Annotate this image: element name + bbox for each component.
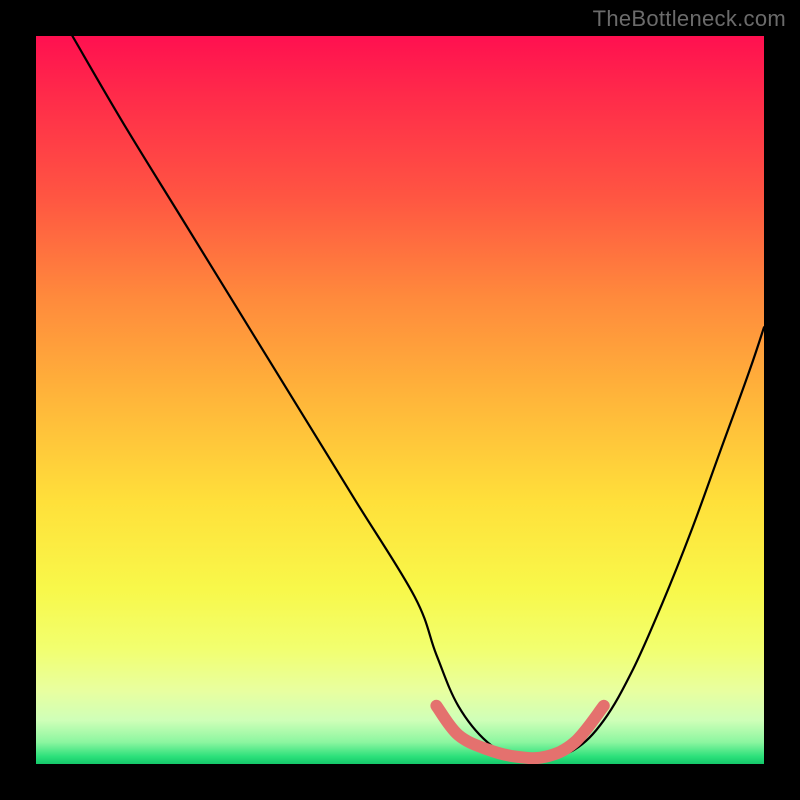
chart-stage: TheBottleneck.com bbox=[0, 0, 800, 800]
bottleneck-curve bbox=[72, 36, 764, 758]
curve-layer bbox=[36, 36, 764, 764]
highlight-band bbox=[436, 706, 603, 758]
plot-area bbox=[36, 36, 764, 764]
watermark-label: TheBottleneck.com bbox=[593, 6, 786, 32]
